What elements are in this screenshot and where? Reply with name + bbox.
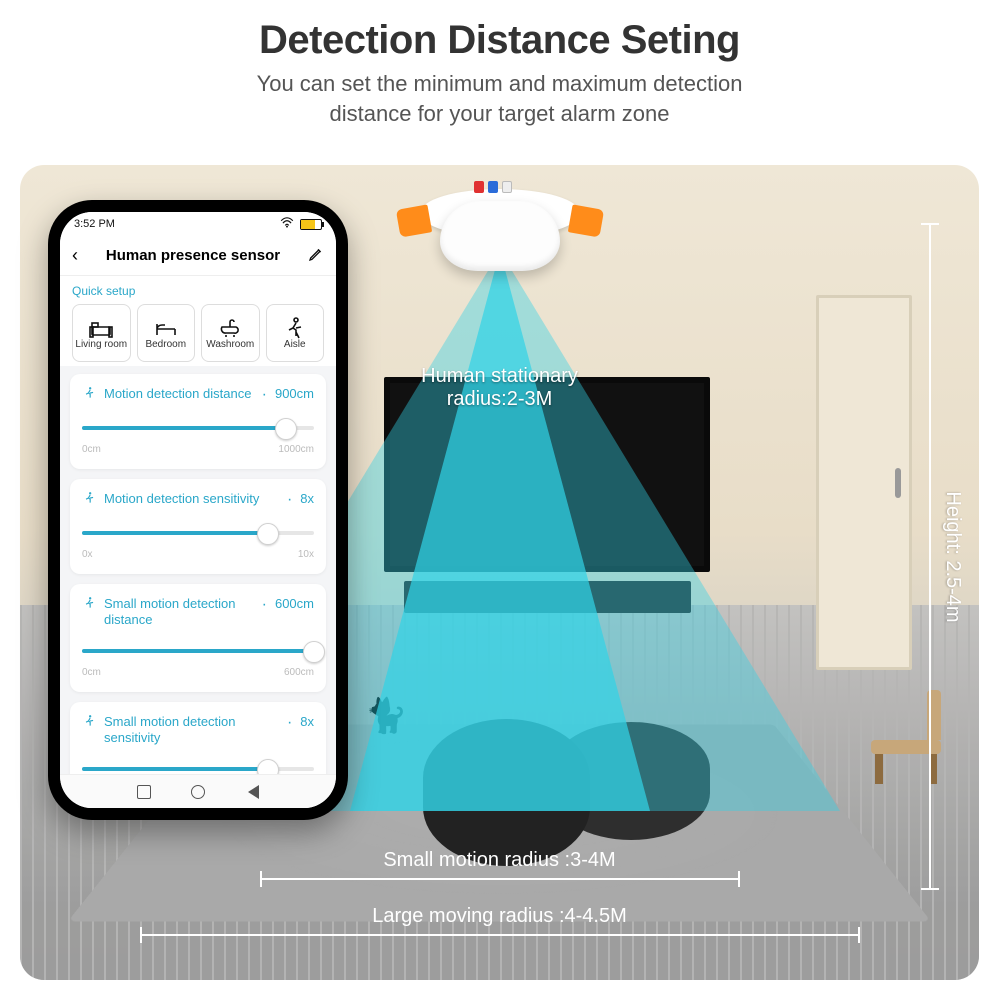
mount-clip-left xyxy=(395,204,431,237)
small-motion-range: Small motion radius :3-4M xyxy=(260,849,740,880)
quick-setup: Quick setup Living room Bedroom Washroom… xyxy=(60,276,336,366)
slider-min: 0cm xyxy=(82,667,101,678)
setting-name: Motion detection sensitivity xyxy=(104,491,279,507)
setting-card: Motion detection distance · 900cm 0cm 10… xyxy=(70,374,326,469)
wifi-icon xyxy=(280,217,294,231)
running-icon xyxy=(82,386,96,402)
preset-label: Washroom xyxy=(206,339,254,350)
nav-back-icon[interactable] xyxy=(245,785,259,799)
setting-name: Small motion detection sensitivity xyxy=(104,714,279,745)
slider[interactable] xyxy=(82,641,314,663)
setting-card: Motion detection sensitivity · 8x 0x 10x xyxy=(70,479,326,574)
large-moving-range: Large moving radius :4-4.5M xyxy=(140,905,860,936)
setting-value: 8x xyxy=(300,491,314,506)
slider-max: 600cm xyxy=(284,667,314,678)
setting-sep: · xyxy=(262,386,267,404)
slider-min: 0x xyxy=(82,549,93,560)
subtitle-line-1: You can set the minimum and maximum dete… xyxy=(257,71,743,96)
preset-washroom[interactable]: Washroom xyxy=(201,304,260,362)
preset-label: Living room xyxy=(75,339,127,350)
android-nav-bar xyxy=(60,774,336,808)
terminal-red xyxy=(474,181,484,193)
stationary-radius-label: Human stationary radius:2-3M xyxy=(421,365,578,411)
nav-recent-icon[interactable] xyxy=(137,785,151,799)
height-label: Height: 2.5-4m xyxy=(941,491,964,622)
mount-clip-right xyxy=(567,204,603,237)
screen-title: Human presence sensor xyxy=(106,247,280,264)
slider-min: 0cm xyxy=(82,444,101,455)
preset-label: Aisle xyxy=(284,339,306,350)
phone-mockup: 3:52 PM ‹ Human presence sensor Quick se… xyxy=(48,200,348,820)
slider-max: 10x xyxy=(298,549,314,560)
setting-sep: · xyxy=(287,491,292,509)
running-icon xyxy=(82,596,96,612)
preset-label: Bedroom xyxy=(145,339,186,350)
terminal-blue xyxy=(488,181,498,193)
status-bar: 3:52 PM xyxy=(60,212,336,236)
setting-value: 900cm xyxy=(275,386,314,401)
settings-cards: Motion detection distance · 900cm 0cm 10… xyxy=(60,366,336,808)
setting-value: 600cm xyxy=(275,596,314,611)
height-ruler: Height: 2.5-4m xyxy=(929,223,931,890)
battery-icon xyxy=(300,219,322,230)
back-button[interactable]: ‹ xyxy=(72,245,78,266)
app-bar: ‹ Human presence sensor xyxy=(60,236,336,276)
large-moving-label: Large moving radius :4-4.5M xyxy=(372,905,627,927)
setting-name: Small motion detection distance xyxy=(104,596,254,627)
header: Detection Distance Seting You can set th… xyxy=(0,0,999,138)
edit-button[interactable] xyxy=(308,246,324,265)
setting-sep: · xyxy=(262,596,267,614)
preset-aisle[interactable]: Aisle xyxy=(266,304,325,362)
preset-bedroom[interactable]: Bedroom xyxy=(137,304,196,362)
running-icon xyxy=(82,714,96,730)
setting-card: Small motion detection distance · 600cm … xyxy=(70,584,326,692)
quick-setup-label: Quick setup xyxy=(72,284,324,298)
setting-value: 8x xyxy=(300,714,314,729)
small-motion-label: Small motion radius :3-4M xyxy=(383,849,615,871)
setting-sep: · xyxy=(287,714,292,732)
slider[interactable] xyxy=(82,418,314,440)
running-icon xyxy=(82,491,96,507)
terminal-white xyxy=(502,181,512,193)
subtitle-line-2: distance for your target alarm zone xyxy=(330,101,670,126)
slider-max: 1000cm xyxy=(278,444,314,455)
page-title: Detection Distance Seting xyxy=(0,18,999,63)
page-subtitle: You can set the minimum and maximum dete… xyxy=(0,69,999,128)
detection-beam-inner xyxy=(350,251,650,811)
setting-name: Motion detection distance xyxy=(104,386,254,402)
nav-home-icon[interactable] xyxy=(191,785,205,799)
slider[interactable] xyxy=(82,523,314,545)
status-time: 3:52 PM xyxy=(74,218,115,230)
preset-living-room[interactable]: Living room xyxy=(72,304,131,362)
ceiling-sensor xyxy=(410,183,590,273)
